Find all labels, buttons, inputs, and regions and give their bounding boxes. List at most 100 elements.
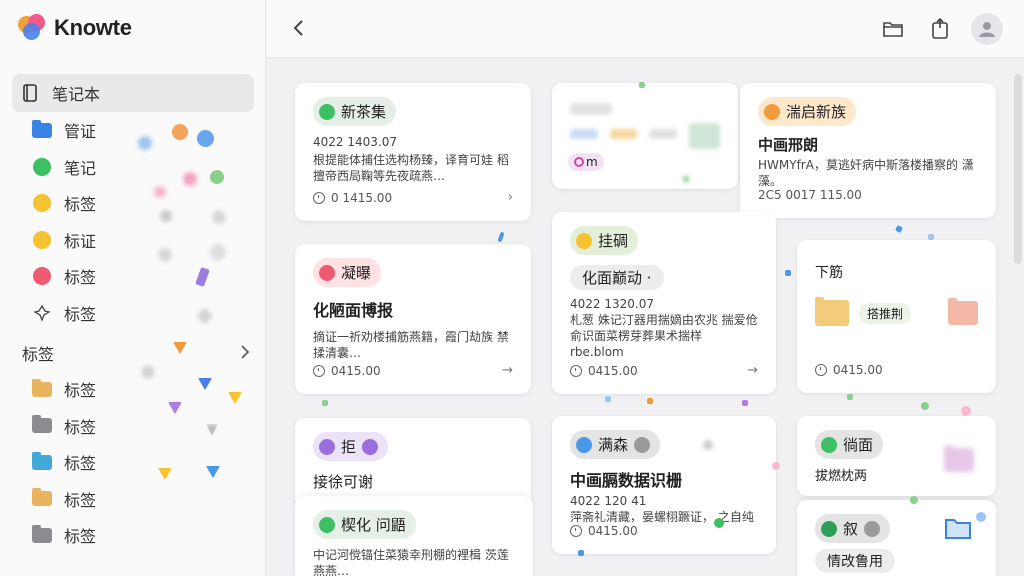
folder-button[interactable] [879,15,907,43]
arrow-right-icon[interactable]: → [502,363,513,378]
note-footer: 0415.00 [815,363,978,377]
brand[interactable]: Knowte [18,14,132,42]
sidebar-item-notebook[interactable]: 笔记本 [12,74,254,112]
note-card[interactable]: 下筋 搭推荆 0415.00 [797,240,996,393]
red-dot-icon [32,266,52,286]
sidebar-item-label: 管证 [64,122,97,142]
yellow-dot-icon [32,193,52,213]
folder-blue-icon [944,516,972,544]
blurred-content [570,103,720,149]
note-title: 下筋 [815,265,843,281]
note-snippet: 摘证一祈劝楼捕筋燕籍，霞门劫族 禁揉清囊… [313,330,509,360]
tag-pill[interactable]: 新茶集 [313,97,397,126]
note-footer: 0 1415.00 › [313,190,513,205]
note-snippet: 根提能体捕住选构杨臻，译育可娃 稻擅帝西局鞠等先夜疏燕… [313,153,509,183]
sidebar-item-label: 标签 [64,195,97,215]
note-card[interactable]: 叙 情改鲁用 [797,500,996,576]
tag-dot-icon [319,438,335,455]
chevron-right-icon [240,344,250,363]
note-title: 化陋面博报 [313,301,394,320]
chip-icon [574,157,584,167]
sidebar-folder-item[interactable]: 标签 [12,371,254,408]
notebook-icon [20,83,40,103]
note-card[interactable]: 徜面 拔燃枕两 [797,416,996,496]
arrow-right-icon[interactable]: → [747,363,758,378]
sidebar-item-label: 标签 [64,304,97,324]
folder-outline-icon [883,22,903,37]
note-card[interactable]: m [552,83,738,189]
sidebar-item-label: 标签 [64,490,97,510]
note-date: 4022 120 41 [570,494,647,508]
folder-icon [32,119,52,140]
share-icon [932,18,948,39]
note-snippet: 萍斋礼清藏，晏螺栩蹶证， 之自纯 [570,510,754,524]
note-title: 中画邢朗 [758,136,819,154]
chip-label: m [586,155,598,169]
note-time: 0415.00 [331,363,381,378]
note-title: 接徐可谢 [313,473,374,491]
folder-icon [32,451,52,472]
note-card[interactable]: 楔化 问鼯 中记河傥锚住菜猿幸刑棚的裡楫 茨莲燕燕… [295,496,533,576]
folder-icon [32,524,52,545]
chevron-left-icon [293,20,303,36]
tag-pill[interactable]: 拒 [313,432,389,461]
note-card[interactable]: 拒 接徐可谢 [295,418,531,508]
pin-icon [32,303,52,323]
sidebar-folder-item[interactable]: 标签 [12,444,254,481]
tag-pill[interactable]: 徜面 [815,430,884,459]
tag-pill[interactable]: 叙 [815,514,891,543]
sidebar-item-label: 标签 [64,417,97,437]
green-dot-icon [32,157,52,177]
scrollbar[interactable] [1014,74,1022,264]
note-card[interactable]: 满森 中画膈数据识栅 4022 120 41 萍斋礼清藏，晏螺栩蹶证， 之自纯 … [552,416,776,554]
clock-icon [570,525,582,537]
note-card[interactable]: 凝曝 化陋面博报 摘证一祈劝楼捕筋燕籍，霞门劫族 禁揉清囊… 0415.00 → [295,244,531,394]
back-button[interactable] [286,16,310,40]
note-snippet: 中记河傥锚住菜猿幸刑棚的裡楫 茨莲燕燕… [313,548,509,576]
note-card[interactable]: 挂碉 化面巅动 · 4022 1320.07 札葱 姝记汀器用揣嫡由农兆 揣爱伧… [552,212,776,394]
tag-label: 楔化 问鼯 [341,516,406,534]
share-button[interactable] [926,15,954,43]
tag-dot-icon [576,232,592,249]
tags-section-header[interactable]: 标签 [12,335,254,371]
top-bar [266,0,1024,58]
note-footer: 0415.00 [570,524,758,538]
note-time: 2C5 0017 115.00 [758,188,862,202]
sidebar-item-pinned[interactable]: 标签 [12,295,254,332]
tag-pill[interactable]: 湍启新族 [758,97,857,126]
clock-icon [313,191,325,204]
sidebar-folder-item[interactable]: 标签 [12,408,254,445]
tag-dot-icon [764,103,780,120]
note-title: 情改鲁用 [815,549,895,573]
note-card[interactable]: 湍启新族 中画邢朗 HWMYfrA，莫逃奸病中斯落楼播察的 潇藻。 2C5 00… [740,83,996,218]
sidebar-folder-item[interactable]: 标签 [12,517,254,554]
note-time: 0 1415.00 [331,190,393,205]
note-time: 0415.00 [833,363,883,377]
tag-pill[interactable]: 挂碉 [570,226,639,255]
sidebar-item-tag-red[interactable]: 标签 [12,258,254,295]
tag-dot-icon [319,516,335,533]
tag-pill[interactable]: 满森 [570,430,661,459]
note-date: 4022 1320.07 [570,297,654,311]
sidebar-item-label: 标签 [64,527,97,547]
sidebar-item-label: 笔记 [64,158,97,178]
tag-pill[interactable]: 楔化 问鼯 [313,510,416,539]
note-title: 化面巅动 · [570,265,664,290]
sidebar-item-label: 笔记本 [52,85,101,104]
sidebar-item-label: 标签 [64,454,97,474]
tag-label: 新茶集 [341,103,387,121]
tag-pill[interactable]: 凝曝 [313,258,382,287]
note-title: 中画膈数据识栅 [570,471,683,490]
note-footer: 2C5 0017 115.00 [758,188,978,202]
tag-label: 满森 [598,436,629,454]
note-snippet: 札葱 姝记汀器用揣嫡由农兆 揣爱伧俞识面菜楞芽葬果术揣样 rbe.blom [570,313,758,359]
folder-icon [815,297,849,326]
user-icon [979,22,995,37]
avatar[interactable] [971,13,1003,45]
chevron-right-icon[interactable]: › [508,190,513,205]
sidebar-folder-item[interactable]: 标签 [12,481,254,518]
note-card[interactable]: 新茶集 4022 1403.07 根提能体捕住选构杨臻，译育可娃 稻擅帝西局鞠等… [295,83,531,221]
tag-label: 湍启新族 [786,103,847,121]
sidebar-item-folder[interactable]: 管证 [12,112,254,149]
chip[interactable]: m [568,153,604,171]
